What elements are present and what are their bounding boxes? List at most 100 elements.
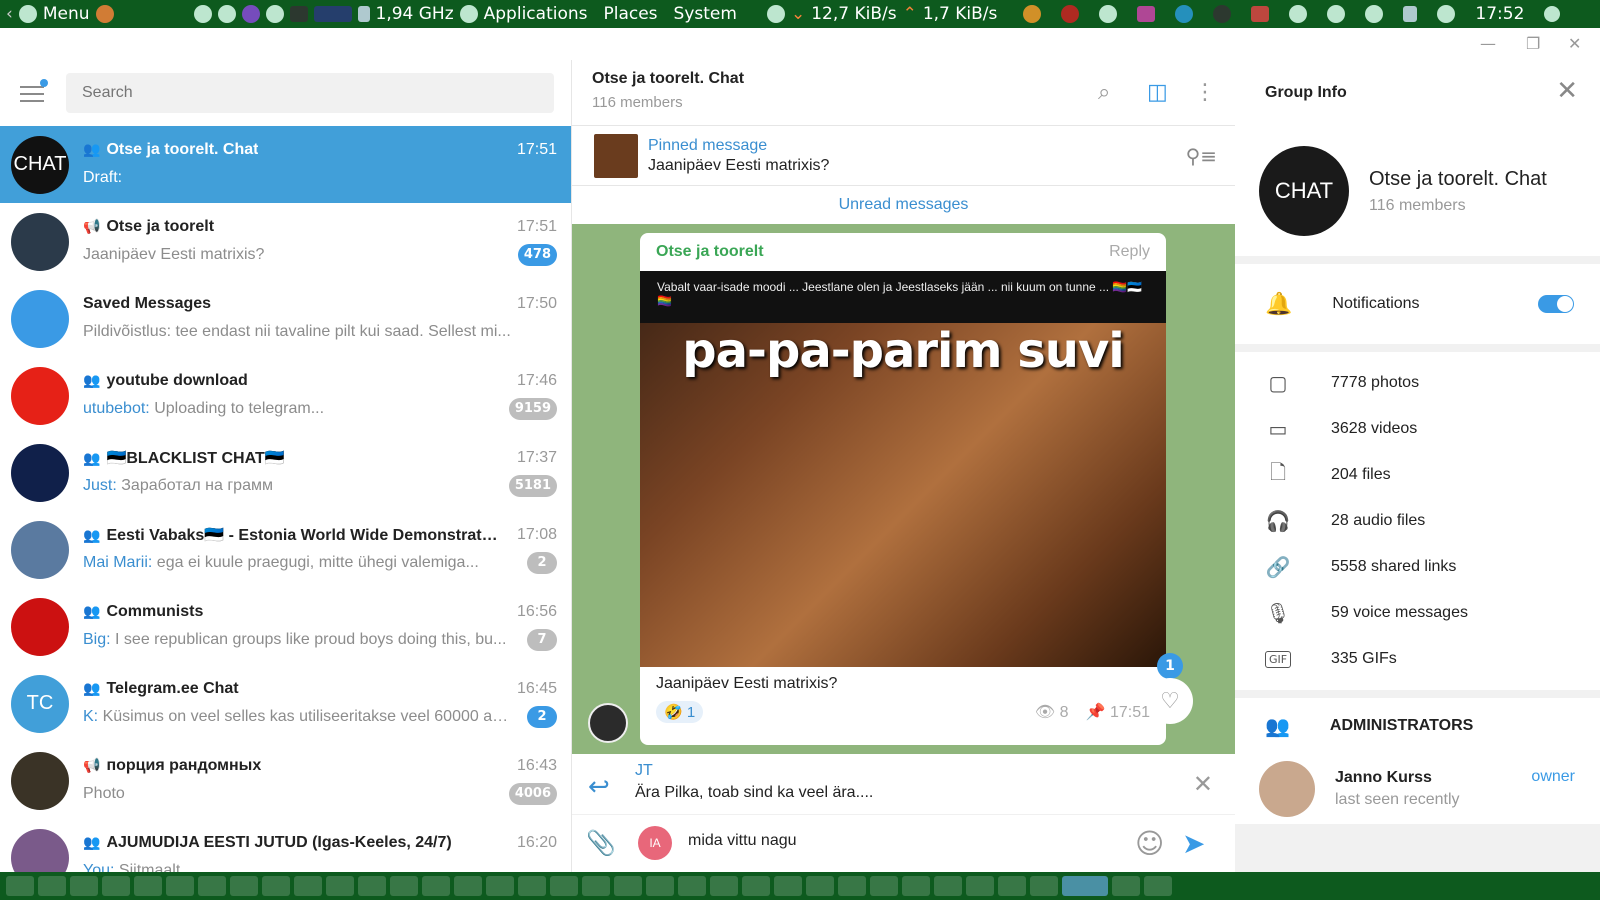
vlc-icon[interactable] xyxy=(1023,5,1042,23)
taskbar-app-icon[interactable] xyxy=(1144,876,1172,896)
reply-button[interactable]: Reply xyxy=(1109,243,1150,261)
system-menu[interactable]: System xyxy=(674,4,737,24)
media-row-videos[interactable]: ▭ 3628 videos xyxy=(1235,406,1600,452)
taskbar-app-icon[interactable] xyxy=(710,876,738,896)
power-icon[interactable] xyxy=(1544,6,1561,22)
taskbar-app-icon[interactable] xyxy=(614,876,642,896)
taskbar-app-icon[interactable] xyxy=(838,876,866,896)
notifications-row[interactable]: 🔔 Notifications xyxy=(1235,264,1600,344)
taskbar-app-icon[interactable] xyxy=(774,876,802,896)
taskbar-app-icon[interactable] xyxy=(326,876,354,896)
conversation-title[interactable]: Otse ja toorelt. Chat xyxy=(592,70,1215,88)
media-row-gifs[interactable]: GIF 335 GIFs xyxy=(1235,636,1600,682)
taskbar-app-icon[interactable] xyxy=(198,876,226,896)
monitor-icon[interactable] xyxy=(1061,5,1080,23)
taskbar-app-icon[interactable] xyxy=(134,876,162,896)
chat-item[interactable]: 👥 Eesti Vabaks🇪🇪 - Estonia World Wide Dem… xyxy=(0,511,571,588)
taskbar-app-icon[interactable] xyxy=(358,876,386,896)
taskbar-app-icon[interactable] xyxy=(646,876,674,896)
taskbar-app-icon[interactable] xyxy=(1062,876,1108,896)
send-as-avatar[interactable]: IA xyxy=(638,826,672,860)
heart-icon[interactable]: ♡ xyxy=(1147,678,1193,724)
taskbar-app-icon[interactable] xyxy=(454,876,482,896)
app-icon[interactable] xyxy=(1137,6,1156,22)
taskbar-app-icon[interactable] xyxy=(1112,876,1140,896)
battery-icon[interactable] xyxy=(1403,6,1418,22)
media-row-audio[interactable]: 🎧 28 audio files xyxy=(1235,498,1600,544)
applications-menu[interactable]: Applications xyxy=(484,4,588,24)
send-icon[interactable]: ➤ xyxy=(1182,827,1205,860)
chat-item[interactable]: 👥 AJUMUDIJA EESTI JUTUD (Igas-Keeles, 24/… xyxy=(0,819,571,872)
taskbar-app-icon[interactable] xyxy=(902,876,930,896)
emoji-icon[interactable]: ☺ xyxy=(1135,827,1164,860)
media-row-files[interactable]: 🗋 204 files xyxy=(1235,452,1600,498)
search-input[interactable] xyxy=(66,73,554,113)
app-icon[interactable] xyxy=(193,5,212,23)
taskbar-app-icon[interactable] xyxy=(966,876,994,896)
taskbar-app-icon[interactable] xyxy=(1030,876,1058,896)
taskbar-app-icon[interactable] xyxy=(6,876,34,896)
volume-icon[interactable] xyxy=(1437,5,1456,23)
taskbar-app-icon[interactable] xyxy=(294,876,322,896)
group-members[interactable]: 116 members xyxy=(1369,197,1547,215)
terminal-icon[interactable] xyxy=(289,6,308,22)
taskbar-app-icon[interactable] xyxy=(934,876,962,896)
chat-item[interactable]: 👥 youtube download 17:46 utubebot: Upload… xyxy=(0,357,571,434)
taskbar-app-icon[interactable] xyxy=(262,876,290,896)
wifi-icon[interactable] xyxy=(766,5,785,23)
app-icon[interactable] xyxy=(1213,5,1232,23)
screenshot-icon[interactable] xyxy=(1251,6,1270,22)
chat-item[interactable]: 📢 порция рандомных 16:43 Photo 4006 xyxy=(0,742,571,819)
taskbar-app-icon[interactable] xyxy=(550,876,578,896)
settings-icon[interactable] xyxy=(217,5,236,23)
chat-item[interactable]: 📢 Otse ja toorelt 17:51 Jaanipäev Eesti m… xyxy=(0,203,571,280)
taskbar-app-icon[interactable] xyxy=(998,876,1026,896)
panel-left-arrow-icon[interactable]: ‹ xyxy=(6,4,13,24)
taskbar-app-icon[interactable] xyxy=(870,876,898,896)
clock[interactable]: 17:52 xyxy=(1475,4,1524,24)
shield-icon[interactable] xyxy=(1289,5,1308,23)
taskbar-app-icon[interactable] xyxy=(102,876,130,896)
chat-item[interactable]: Saved Messages 17:50 Pildivõistlus: tee … xyxy=(0,280,571,357)
message-bubble[interactable]: Otse ja toorelt Reply Vabalt vaar-isade … xyxy=(640,233,1166,745)
wifi-icon[interactable] xyxy=(1327,5,1346,23)
chat-item[interactable]: 👥 🇪🇪BLACKLIST CHAT🇪🇪 17:37 Just: Заработа… xyxy=(0,434,571,511)
weather-icon[interactable] xyxy=(1175,5,1194,23)
message-input[interactable] xyxy=(688,832,1108,850)
cancel-reply-icon[interactable]: ✕ xyxy=(1193,770,1213,798)
chat-item[interactable]: TC 👥 Telegram.ee Chat 16:45 K: Küsimus on… xyxy=(0,665,571,742)
taskbar-app-icon[interactable] xyxy=(806,876,834,896)
taskbar-app-icon[interactable] xyxy=(230,876,258,896)
taskbar-app-icon[interactable] xyxy=(582,876,610,896)
bluetooth-icon[interactable] xyxy=(1099,5,1118,23)
taskbar-app-icon[interactable] xyxy=(38,876,66,896)
media-row-photos[interactable]: ▢ 7778 photos xyxy=(1235,360,1600,406)
chat-item[interactable]: CHAT 👥 Otse ja toorelt. Chat 17:51 Draft: xyxy=(0,126,571,203)
close-icon[interactable]: ✕ xyxy=(1556,76,1578,106)
bell-icon[interactable] xyxy=(1365,5,1384,23)
attach-icon[interactable]: 📎 xyxy=(586,829,616,857)
app-icon[interactable] xyxy=(241,5,260,23)
notifications-toggle[interactable] xyxy=(1538,295,1574,313)
close-window-icon[interactable]: ✕ xyxy=(1568,34,1581,53)
taskbar-app-icon[interactable] xyxy=(422,876,450,896)
admin-row[interactable]: Janno Kurss last seen recently owner xyxy=(1235,754,1600,824)
hamburger-menu-icon[interactable] xyxy=(20,79,48,103)
firefox-icon[interactable] xyxy=(95,5,114,23)
taskbar-app-icon[interactable] xyxy=(678,876,706,896)
more-options-icon[interactable]: ⋮ xyxy=(1194,80,1216,105)
media-row-voice[interactable]: 🎙 59 voice messages xyxy=(1235,590,1600,636)
search-icon[interactable]: ⌕ xyxy=(1098,80,1110,105)
pinned-message-bar[interactable]: Pinned message Jaanipäev Eesti matrixis?… xyxy=(572,126,1235,186)
message-sender[interactable]: Otse ja toorelt xyxy=(656,243,764,261)
media-row-links[interactable]: 🔗 5558 shared links xyxy=(1235,544,1600,590)
minimize-icon[interactable]: — xyxy=(1480,34,1496,53)
taskbar-app-icon[interactable] xyxy=(390,876,418,896)
menu-icon[interactable] xyxy=(18,5,37,23)
maximize-icon[interactable]: ❐ xyxy=(1526,34,1540,53)
taskbar-app-icon[interactable] xyxy=(742,876,770,896)
taskbar-app-icon[interactable] xyxy=(486,876,514,896)
opera-icon[interactable] xyxy=(265,5,284,23)
sidebar-toggle-icon[interactable]: ◫ xyxy=(1147,80,1168,105)
taskbar-app-icon[interactable] xyxy=(518,876,546,896)
